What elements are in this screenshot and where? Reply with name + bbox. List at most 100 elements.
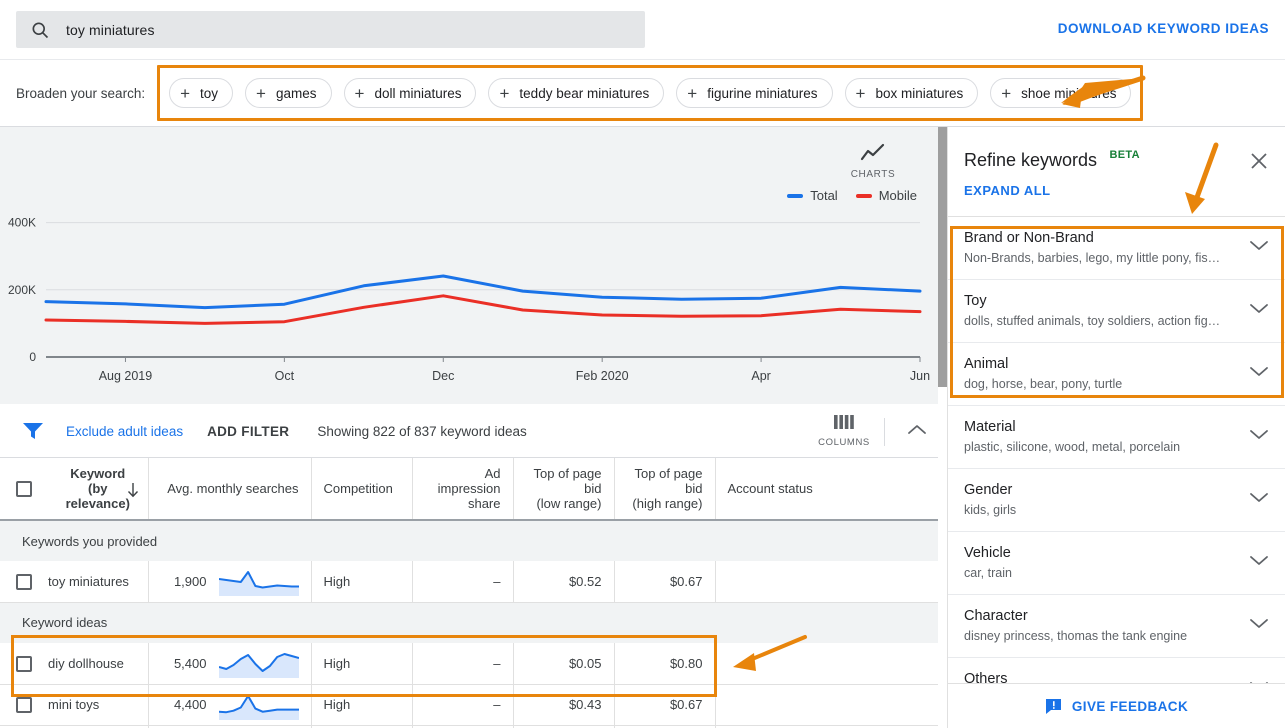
broaden-chip[interactable]: +teddy bear miniatures [488, 78, 664, 108]
cell-account-status [715, 643, 947, 684]
column-header-avg-monthly-searches[interactable]: Avg. monthly searches [148, 458, 311, 520]
table-body: Keywords you providedtoy miniatures1,900… [0, 520, 947, 728]
chart-legend-item[interactable]: Total [787, 188, 837, 203]
plus-icon: + [687, 85, 697, 102]
table-row[interactable]: mini toys4,400High–$0.43$0.67 [0, 684, 947, 725]
refine-category-sub: car, train [964, 565, 1012, 582]
cell-keyword: toy miniatures [48, 561, 148, 602]
svg-text:Aug 2019: Aug 2019 [99, 369, 153, 383]
chevron-down-icon[interactable] [1249, 365, 1269, 383]
refine-category-item[interactable]: Brand or Non-BrandNon-Brands, barbies, l… [948, 217, 1285, 280]
toolbar-divider [884, 418, 885, 446]
column-header-account-status[interactable]: Account status [715, 458, 947, 520]
svg-text:0: 0 [29, 350, 36, 364]
svg-text:Oct: Oct [275, 369, 295, 383]
search-volume-chart: CHARTS TotalMobile 0200K400KAug 2019OctD… [0, 127, 947, 405]
cell-avg-monthly-searches: 1,900 [148, 561, 311, 602]
svg-text:Dec: Dec [432, 369, 454, 383]
cell-account-status [715, 561, 947, 602]
exclude-adult-ideas-filter[interactable]: Exclude adult ideas [66, 424, 183, 439]
chevron-down-icon[interactable] [1249, 617, 1269, 635]
results-scrollbar[interactable] [938, 127, 947, 728]
cell-ad-impression-share: – [412, 684, 513, 725]
columns-button[interactable]: COLUMNS [817, 414, 871, 448]
refine-category-item[interactable]: Characterdisney princess, thomas the tan… [948, 595, 1285, 658]
refine-category-item[interactable]: Animaldog, horse, bear, pony, turtle [948, 343, 1285, 406]
svg-text:400K: 400K [8, 216, 36, 230]
broaden-chip-label: doll miniatures [374, 86, 461, 101]
broaden-chip[interactable]: + doll miniatures [344, 78, 477, 108]
download-keyword-ideas-button[interactable]: DOWNLOAD KEYWORD IDEAS [1058, 21, 1269, 36]
table-row[interactable]: diy dollhouse5,400High–$0.05$0.80 [0, 643, 947, 684]
expand-all-button[interactable]: EXPAND ALL [964, 183, 1265, 198]
give-feedback-button[interactable]: GIVE FEEDBACK [948, 683, 1285, 728]
chevron-up-icon [907, 423, 927, 436]
chevron-down-icon[interactable] [1249, 554, 1269, 572]
column-header-competition[interactable]: Competition [311, 458, 412, 520]
legend-swatch [787, 194, 803, 198]
charts-button[interactable]: CHARTS [845, 143, 901, 180]
cell-competition: High [311, 643, 412, 684]
broaden-chips-group: +toy+games+doll miniatures+teddy bear mi… [157, 65, 1143, 121]
column-header-keyword[interactable]: Keyword (by relevance) [48, 458, 148, 520]
refine-panel-header: Refine keywords BETA EXPAND ALL [948, 127, 1285, 216]
refine-category-item[interactable]: Vehiclecar, train [948, 532, 1285, 595]
arrow-down-icon [126, 482, 140, 498]
row-checkbox[interactable] [16, 697, 32, 713]
column-header-top-of-page-bid-low[interactable]: Top of page bid(low range) [513, 458, 614, 520]
refine-category-name: Material [964, 418, 1180, 437]
chevron-down-icon[interactable] [1249, 491, 1269, 509]
sparkline-chart [219, 648, 299, 678]
results-scrollbar-thumb[interactable] [938, 127, 947, 387]
chevron-down-icon[interactable] [1249, 239, 1269, 257]
search-input[interactable]: toy miniatures [16, 11, 645, 48]
row-checkbox[interactable] [16, 656, 32, 672]
broaden-chip[interactable]: +games [245, 78, 331, 108]
refine-category-name: Character [964, 607, 1187, 626]
broaden-your-search-row: Broaden your search: +toy+games+doll min… [0, 59, 1285, 127]
chart-canvas: 0200K400KAug 2019OctDecFeb 2020AprJun [0, 127, 947, 405]
broaden-chip[interactable]: +shoe miniatures [990, 78, 1131, 108]
broaden-chip-label: box miniatures [875, 86, 963, 101]
select-all-checkbox[interactable] [16, 481, 32, 497]
legend-label: Mobile [879, 188, 917, 203]
row-checkbox[interactable] [16, 574, 32, 590]
chevron-down-icon[interactable] [1249, 302, 1269, 320]
plus-icon: + [1001, 85, 1011, 102]
search-value: toy miniatures [66, 22, 155, 38]
close-icon [1249, 151, 1269, 171]
svg-text:Jun: Jun [910, 369, 930, 383]
cell-keyword: mini toys [48, 684, 148, 725]
table-group-header: Keyword ideas [0, 602, 947, 643]
column-header-ad-impression-share[interactable]: Ad impressionshare [412, 458, 513, 520]
collapse-chart-button[interactable] [907, 423, 927, 441]
refine-category-name: Toy [964, 292, 1220, 311]
column-header-top-of-page-bid-high[interactable]: Top of page bid(high range) [614, 458, 715, 520]
table-row[interactable]: toy miniatures1,900High–$0.52$0.67 [0, 561, 947, 602]
chevron-down-icon[interactable] [1249, 428, 1269, 446]
broaden-chip[interactable]: +box miniatures [845, 78, 979, 108]
beta-badge: BETA [1110, 149, 1140, 161]
chart-legend-item[interactable]: Mobile [856, 188, 917, 203]
legend-swatch [856, 194, 872, 198]
refine-category-sub: plastic, silicone, wood, metal, porcelai… [964, 439, 1180, 456]
refine-category-item[interactable]: Genderkids, girls [948, 469, 1285, 532]
broaden-chip-label: games [276, 86, 317, 101]
cell-top-of-page-bid-low: $0.43 [513, 684, 614, 725]
broaden-chip[interactable]: + figurine miniatures [676, 78, 832, 108]
funnel-icon[interactable] [22, 422, 44, 440]
avg-monthly-searches-value: 5,400 [174, 656, 207, 671]
refine-category-sub: dog, horse, bear, pony, turtle [964, 376, 1122, 393]
close-panel-button[interactable] [1249, 151, 1269, 176]
row-select-cell [0, 561, 48, 602]
broaden-chip-label: figurine miniatures [707, 86, 817, 101]
refine-category-item[interactable]: Toy dolls, stuffed animals, toy soldiers,… [948, 280, 1285, 343]
plus-icon: + [355, 85, 365, 102]
cell-avg-monthly-searches: 5,400 [148, 643, 311, 684]
refine-category-sub: dolls, stuffed animals, toy soldiers, ac… [964, 313, 1220, 330]
refine-category-item[interactable]: Material plastic, silicone, wood, metal, … [948, 406, 1285, 469]
broaden-chip[interactable]: +toy [169, 78, 233, 108]
add-filter-button[interactable]: ADD FILTER [207, 424, 289, 439]
results-pane: CHARTS TotalMobile 0200K400KAug 2019OctD… [0, 127, 947, 728]
cell-competition: High [311, 561, 412, 602]
